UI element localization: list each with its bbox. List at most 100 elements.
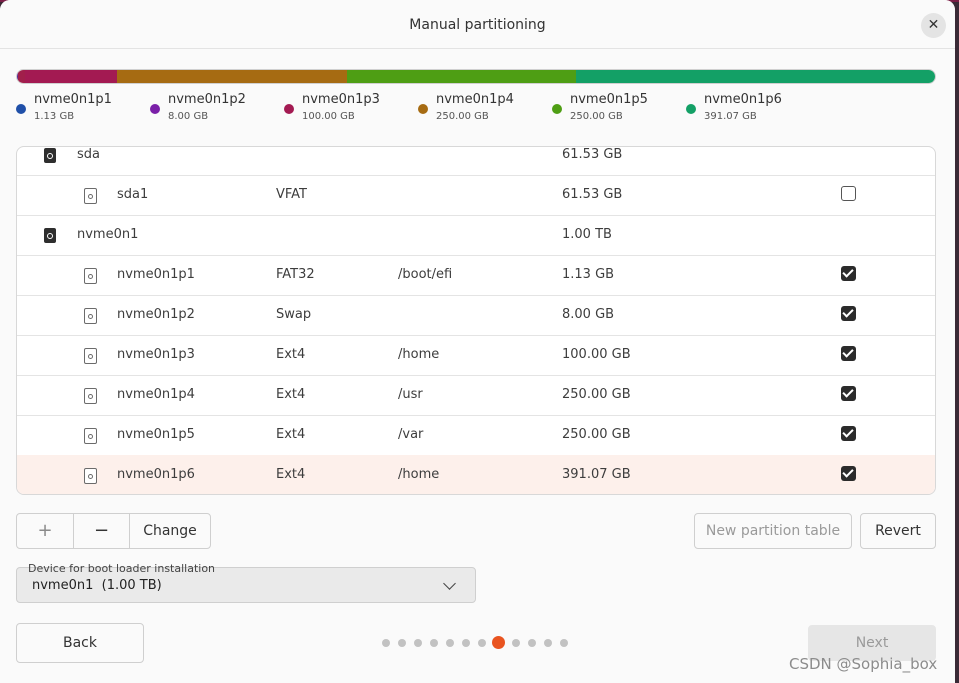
usage-segment-nvme0n1p5 xyxy=(346,70,577,83)
partition-size: 1.00 TB xyxy=(562,227,612,242)
legend-dot-icon xyxy=(16,104,26,114)
legend-size: 250.00 GB xyxy=(436,111,489,122)
table-row[interactable]: nvme0n1 1.00 TB xyxy=(17,215,935,256)
new-partition-table-button[interactable]: New partition table xyxy=(694,513,852,549)
partition-icon xyxy=(84,268,97,284)
step-dot xyxy=(560,639,568,647)
device-name: sda1 xyxy=(117,187,149,202)
partition-legend: nvme0n1p1 1.13 GB nvme0n1p2 8.00 GB nvme0n1p… xyxy=(16,92,936,128)
close-icon: ✕ xyxy=(927,17,940,33)
disk-drive-icon xyxy=(44,228,56,243)
format-checkbox[interactable] xyxy=(841,386,856,401)
table-row[interactable]: nvme0n1p5 Ext4/var 250.00 GB xyxy=(17,415,935,456)
watermark: CSDN @Sophia_box xyxy=(789,655,938,673)
chevron-down-icon xyxy=(443,577,456,590)
step-dot xyxy=(478,639,486,647)
add-partition-button[interactable]: + xyxy=(16,513,74,549)
legend-dot-icon xyxy=(552,104,562,114)
device-name: nvme0n1p2 xyxy=(117,307,195,322)
step-dot xyxy=(446,639,454,647)
table-row[interactable]: nvme0n1p4 Ext4/usr 250.00 GB xyxy=(17,375,935,416)
partition-size: 391.07 GB xyxy=(562,467,631,482)
bootloader-label: Device for boot loader installation xyxy=(28,562,216,575)
device-name: nvme0n1p1 xyxy=(117,267,195,282)
disk-usage-bar xyxy=(16,69,936,84)
partition-size: 250.00 GB xyxy=(562,427,631,442)
table-row[interactable]: nvme0n1p1 FAT32/boot/efi 1.13 GB xyxy=(17,255,935,296)
table-row[interactable]: nvme0n1p3 Ext4/home 100.00 GB xyxy=(17,335,935,376)
step-dot xyxy=(414,639,422,647)
legend-size: 250.00 GB xyxy=(570,111,623,122)
filesystem-type: FAT32 xyxy=(276,267,315,282)
partition-icon xyxy=(84,468,97,484)
partition-size: 8.00 GB xyxy=(562,307,615,322)
usage-segment-nvme0n1p2 xyxy=(18,70,26,83)
step-indicator xyxy=(380,636,580,650)
mount-point: /home xyxy=(398,467,440,482)
legend-name: nvme0n1p5 xyxy=(570,92,648,107)
legend-name: nvme0n1p1 xyxy=(34,92,112,107)
back-button[interactable]: Back xyxy=(16,623,144,663)
device-name: nvme0n1p5 xyxy=(117,427,195,442)
partition-size: 100.00 GB xyxy=(562,347,631,362)
bootloader-device-value: nvme0n1 (1.00 TB) xyxy=(32,578,162,593)
table-row[interactable]: sda1 VFAT 61.53 GB xyxy=(17,175,935,216)
step-dot-current xyxy=(492,636,505,649)
device-name: nvme0n1 xyxy=(77,227,139,242)
filesystem-type: VFAT xyxy=(276,187,308,202)
filesystem-type: Ext4 xyxy=(276,467,306,482)
format-checkbox[interactable] xyxy=(841,306,856,321)
format-checkbox[interactable] xyxy=(841,346,856,361)
step-dot xyxy=(544,639,552,647)
mount-point: /var xyxy=(398,427,424,442)
mount-point: /boot/efi xyxy=(398,267,453,282)
legend-name: nvme0n1p6 xyxy=(704,92,782,107)
filesystem-type: Ext4 xyxy=(276,347,306,362)
step-dot xyxy=(398,639,406,647)
partition-icon xyxy=(84,188,97,204)
partition-size: 61.53 GB xyxy=(562,147,623,162)
table-row[interactable]: nvme0n1p2 Swap 8.00 GB xyxy=(17,295,935,336)
legend-dot-icon xyxy=(284,104,294,114)
filesystem-type: Swap xyxy=(276,307,312,322)
usage-segment-nvme0n1p3 xyxy=(25,70,118,83)
legend-dot-icon xyxy=(418,104,428,114)
legend-dot-icon xyxy=(686,104,696,114)
table-row[interactable]: nvme0n1p6 Ext4/home 391.07 GB xyxy=(17,455,935,494)
device-name: sda xyxy=(77,147,100,162)
change-partition-button[interactable]: Change xyxy=(129,513,211,549)
partition-size: 61.53 GB xyxy=(562,187,623,202)
partition-actions: + − Change xyxy=(16,513,211,549)
format-checkbox[interactable] xyxy=(841,426,856,441)
format-checkbox[interactable] xyxy=(841,266,856,281)
step-dot xyxy=(528,639,536,647)
step-dot xyxy=(382,639,390,647)
step-dot xyxy=(462,639,470,647)
partition-icon xyxy=(84,428,97,444)
format-checkbox[interactable] xyxy=(841,466,856,481)
legend-size: 100.00 GB xyxy=(302,111,355,122)
close-button[interactable]: ✕ xyxy=(921,13,946,38)
step-dot xyxy=(430,639,438,647)
partition-size: 250.00 GB xyxy=(562,387,631,402)
legend-size: 1.13 GB xyxy=(34,111,75,122)
partition-size: 1.13 GB xyxy=(562,267,615,282)
disk-drive-icon xyxy=(44,148,56,163)
revert-button[interactable]: Revert xyxy=(860,513,936,549)
device-name: nvme0n1p3 xyxy=(117,347,195,362)
title-bar: Manual partitioning ✕ xyxy=(0,0,955,49)
filesystem-type: Ext4 xyxy=(276,427,306,442)
format-checkbox[interactable] xyxy=(841,186,856,201)
legend-name: nvme0n1p3 xyxy=(302,92,380,107)
partition-icon xyxy=(84,348,97,364)
table-row[interactable]: sda 61.53 GB xyxy=(17,147,935,176)
device-name: nvme0n1p6 xyxy=(117,467,195,482)
remove-partition-button[interactable]: − xyxy=(73,513,130,549)
device-name: nvme0n1p4 xyxy=(117,387,195,402)
mount-point: /home xyxy=(398,347,440,362)
partition-table[interactable]: sda 61.53 GB sda1 VFAT 61.53 GB nvme0n1 1.00 T… xyxy=(16,146,936,495)
usage-segment-nvme0n1p6 xyxy=(576,70,935,83)
installer-window: Manual partitioning ✕ nvme0n1p1 1.13 GB nv… xyxy=(0,0,955,683)
legend-dot-icon xyxy=(150,104,160,114)
filesystem-type: Ext4 xyxy=(276,387,306,402)
